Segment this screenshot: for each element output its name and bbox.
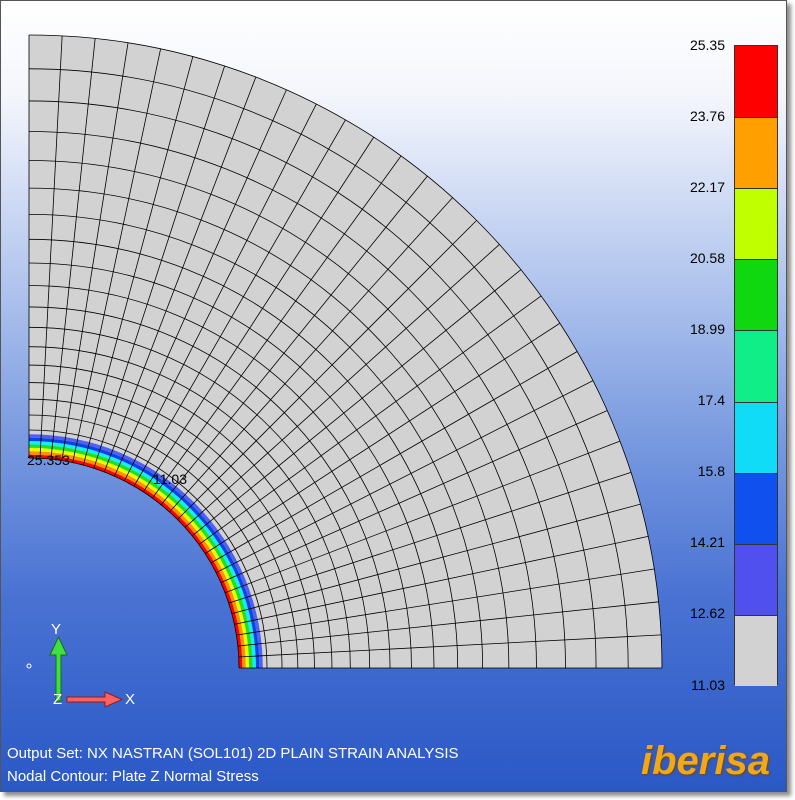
output-set-text: Output Set: NX NASTRAN (SOL101) 2D PLAIN… bbox=[7, 745, 459, 762]
brand-logo: iberisa bbox=[641, 739, 770, 783]
legend-color-bar bbox=[734, 45, 778, 686]
legend-value-5: 17.4 bbox=[697, 392, 725, 408]
legend-value-3: 20.58 bbox=[689, 250, 725, 266]
model-viewport[interactable]: 25.353 11.03 25.35 23.76 22.17 20.58 18.… bbox=[0, 0, 787, 792]
triad-x-label: X bbox=[125, 691, 136, 708]
legend-value-0: 25.35 bbox=[689, 37, 725, 53]
legend-value-8: 12.62 bbox=[689, 605, 725, 621]
legend-swatch-0 bbox=[735, 46, 777, 118]
max-node-label: 25.353 bbox=[27, 452, 70, 468]
legend-value-6: 15.8 bbox=[697, 463, 725, 479]
triad-arrows bbox=[26, 635, 124, 708]
min-node-label: 11.03 bbox=[153, 471, 187, 487]
legend-swatch-4 bbox=[735, 330, 777, 402]
legend-value-7: 14.21 bbox=[689, 534, 725, 550]
legend-value-9: 11.03 bbox=[691, 677, 725, 693]
legend-swatch-2 bbox=[735, 188, 777, 260]
legend-swatch-7 bbox=[735, 543, 777, 615]
origin-dot bbox=[26, 663, 32, 669]
legend-value-4: 18.99 bbox=[689, 321, 725, 337]
legend-value-2: 22.17 bbox=[689, 179, 725, 195]
legend-swatch-5 bbox=[735, 401, 777, 473]
triad-y-label: Y bbox=[51, 621, 62, 638]
legend-swatch-6 bbox=[735, 472, 777, 544]
legend-swatch-1 bbox=[735, 117, 777, 189]
x-arrow bbox=[66, 691, 124, 708]
nodal-contour-text: Nodal Contour: Plate Z Normal Stress bbox=[7, 768, 259, 785]
legend-swatch-3 bbox=[735, 259, 777, 331]
triad-z-label: Z bbox=[53, 691, 63, 708]
legend-swatch-8 bbox=[735, 614, 777, 686]
legend-value-1: 23.76 bbox=[689, 108, 725, 124]
